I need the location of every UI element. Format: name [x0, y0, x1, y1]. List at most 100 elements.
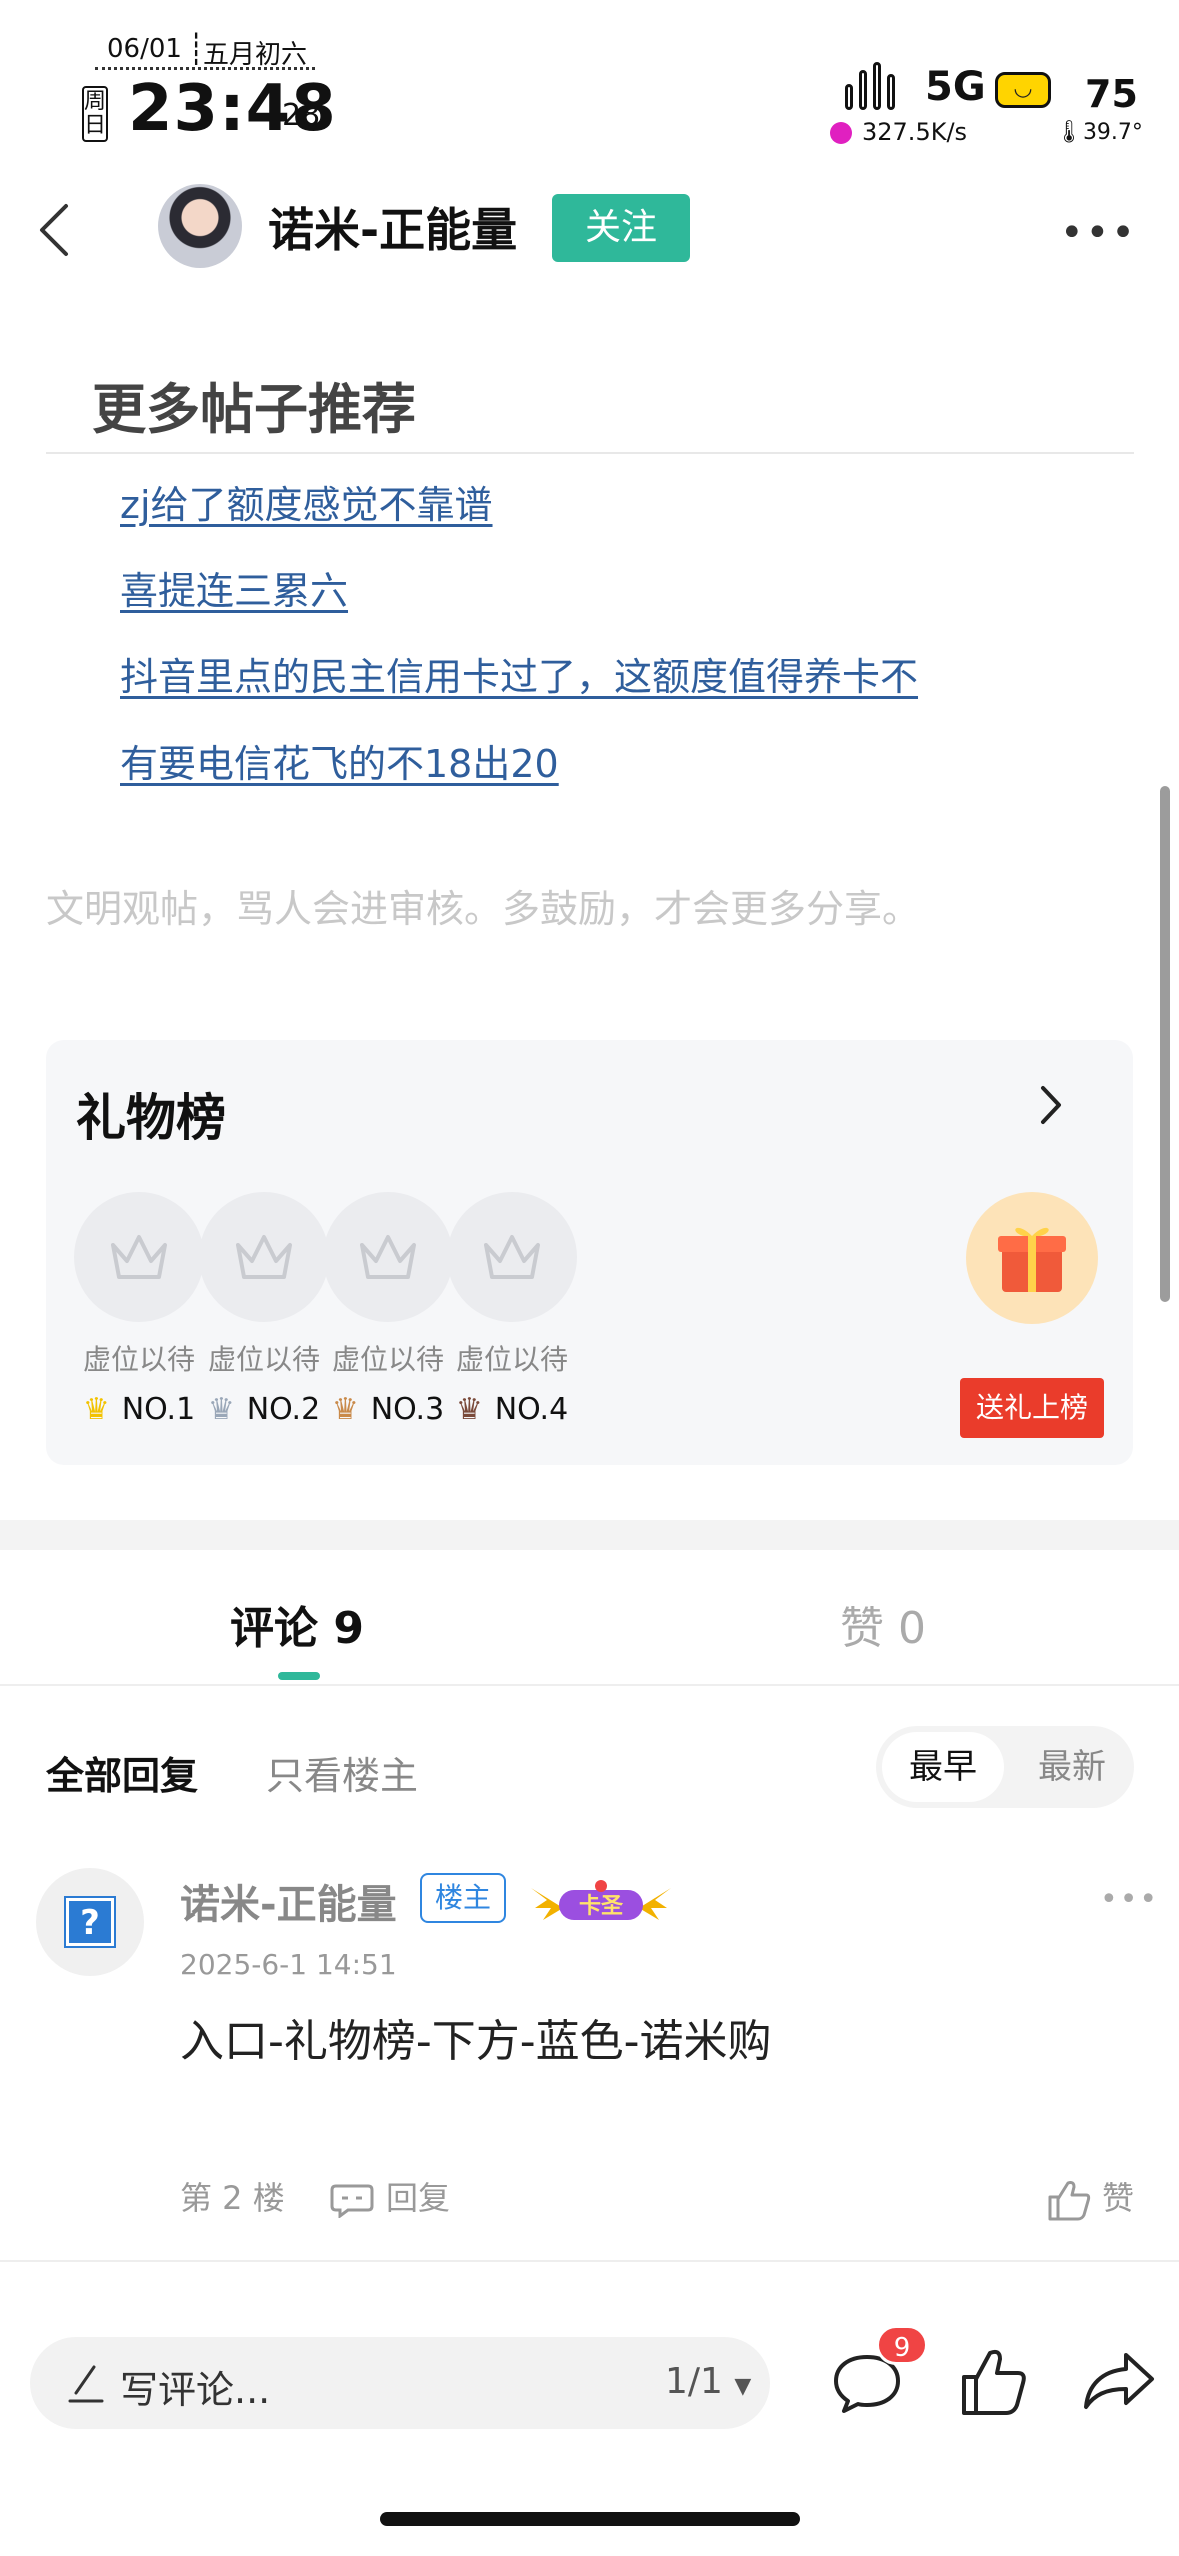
post-link-4[interactable]: 有要电信花飞的不18出20	[120, 733, 559, 788]
network-type: 5G	[925, 64, 986, 110]
thumbs-up-icon	[1048, 2181, 1091, 2221]
share-arrow-icon[interactable]	[1082, 2351, 1156, 2411]
post-link-1[interactable]: zj给了额度感觉不靠谱	[120, 474, 493, 529]
filter-op-only[interactable]: 只看楼主	[266, 1745, 418, 1800]
commenter-name[interactable]: 诺米-正能量	[180, 1872, 397, 1930]
comment-count-badge: 9	[876, 2325, 928, 2365]
pen-icon	[68, 2365, 104, 2403]
gift-board: 礼物榜 虚位以待 ♛ NO.1 虚位以待 ♛ NO.2 虚位以待 ♛ NO.3 虚位以…	[46, 1040, 1133, 1465]
silver-crown-icon: ♛	[207, 1392, 235, 1427]
active-tab-indicator	[278, 1672, 320, 1680]
page-selector[interactable]: 1/1 ▼	[665, 2361, 751, 2402]
status-date: 06/01	[107, 34, 182, 64]
network-speed-value: 327.5K/s	[862, 118, 968, 146]
slot-rank: ♛ NO.1	[74, 1392, 204, 1427]
status-lunar-date: 五月初六	[203, 40, 308, 70]
filter-all-replies[interactable]: 全部回复	[46, 1745, 198, 1800]
rank-text: NO.4	[494, 1392, 569, 1427]
crown-outline-icon	[360, 1235, 416, 1279]
dark-crown-icon: ♛	[455, 1392, 483, 1427]
send-gift-button[interactable]: 送礼上榜	[960, 1378, 1104, 1438]
crown-outline-icon	[484, 1235, 540, 1279]
comment-time: 2025-6-1 14:51	[180, 1948, 397, 1981]
crown-outline-icon	[111, 1235, 167, 1279]
empty-slot-avatar	[74, 1192, 204, 1322]
question-mark-icon: ?	[66, 1898, 114, 1946]
slot-rank: ♛ NO.4	[447, 1392, 577, 1427]
gift-slot-4[interactable]: 虚位以待 ♛ NO.4	[447, 1192, 577, 1427]
date-line: 06/01 ┊ 五月初六	[95, 32, 315, 70]
post-link-3[interactable]: 抖音里点的民主信用卡过了，这额度值得养卡不	[120, 646, 918, 701]
comment-floor: 第 2 楼	[180, 2179, 285, 2217]
card-master-badge: 卡圣	[531, 1880, 671, 1920]
divider	[46, 452, 1134, 454]
slot-label: 虚位以待	[82, 1343, 195, 1376]
tab-likes[interactable]: 赞 0	[840, 1592, 926, 1656]
author-name[interactable]: 诺米-正能量	[268, 194, 517, 260]
sort-earliest-button[interactable]: 最早	[882, 1732, 1004, 1802]
slot-label: 虚位以待	[207, 1343, 320, 1376]
app-dot-icon	[830, 122, 852, 144]
divider	[0, 1684, 1179, 1686]
rank-text: NO.1	[121, 1392, 196, 1427]
device-temperature: 🌡39.7°	[1055, 120, 1143, 145]
rank-text: NO.3	[370, 1392, 445, 1427]
gift-box-icon[interactable]	[966, 1192, 1098, 1324]
status-bar: 06/01 ┊ 五月初六 周日 23:48 28 5G ◡ 75 327.5K/…	[0, 0, 1179, 170]
battery-level: 75	[1085, 72, 1138, 116]
slot-rank: ♛ NO.2	[199, 1392, 329, 1427]
empty-slot-avatar	[323, 1192, 453, 1322]
temperature-value: 39.7°	[1082, 120, 1143, 145]
gift-slot-2[interactable]: 虚位以待 ♛ NO.2	[199, 1192, 329, 1427]
reply-bubble-icon	[330, 2184, 374, 2219]
bronze-crown-icon: ♛	[331, 1392, 359, 1427]
thumbs-up-icon[interactable]	[960, 2347, 1028, 2417]
comment-input[interactable]: 写评论... 1/1 ▼	[30, 2337, 770, 2429]
gold-crown-icon: ♛	[82, 1392, 110, 1427]
smiley-face-icon: ◡	[995, 72, 1051, 108]
caret-down-icon: ▼	[734, 2374, 752, 2399]
owner-badge: 楼主	[420, 1873, 506, 1923]
like-label: 赞	[1102, 2179, 1135, 2217]
reply-label: 回复	[386, 2179, 451, 2217]
crown-outline-icon	[236, 1235, 292, 1279]
gift-slot-3[interactable]: 虚位以待 ♛ NO.3	[323, 1192, 453, 1427]
more-options-icon[interactable]: •••	[1060, 210, 1135, 256]
scrollbar[interactable]	[1160, 786, 1170, 1302]
divider	[0, 2260, 1179, 2262]
signal-icon	[845, 60, 903, 110]
slot-label: 虚位以待	[331, 1343, 444, 1376]
bottom-action-bar: 写评论... 1/1 ▼ 9	[0, 2285, 1179, 2485]
author-avatar[interactable]	[158, 184, 242, 268]
chevron-right-icon[interactable]	[1031, 1080, 1071, 1130]
tab-comments[interactable]: 评论 9	[230, 1592, 364, 1656]
comment-text: 入口-礼物榜-下方-蓝色-诺米购	[180, 2016, 772, 2067]
follow-button[interactable]: 关注	[552, 194, 690, 262]
comment-like-button[interactable]: 赞	[1046, 2173, 1134, 2223]
commenter-avatar[interactable]: ?	[36, 1868, 144, 1976]
more-posts-title: 更多帖子推荐	[92, 378, 416, 441]
gift-slot-1[interactable]: 虚位以待 ♛ NO.1	[74, 1192, 204, 1427]
post-header: 诺米-正能量 关注 •••	[0, 170, 1179, 285]
gift-board-title: 礼物榜	[76, 1089, 226, 1147]
section-separator	[0, 1520, 1179, 1550]
network-speed: 327.5K/s	[830, 118, 967, 146]
empty-slot-avatar	[447, 1192, 577, 1322]
sort-toggle: 最早 最新	[876, 1726, 1134, 1808]
reply-button[interactable]: 回复	[330, 2173, 450, 2219]
comment-more-icon[interactable]: •••	[1100, 1882, 1159, 1917]
badge-text: 卡圣	[579, 1894, 624, 1919]
sort-newest-button[interactable]: 最新	[1022, 1732, 1122, 1802]
page-indicator: 1/1	[665, 2361, 723, 2402]
post-link-2[interactable]: 喜提连三累六	[120, 560, 348, 615]
empty-slot-avatar	[199, 1192, 329, 1322]
back-arrow-icon[interactable]	[30, 200, 80, 260]
slot-label: 虚位以待	[455, 1343, 568, 1376]
comment-placeholder: 写评论...	[120, 2368, 271, 2412]
home-indicator[interactable]	[380, 2512, 800, 2526]
slot-rank: ♛ NO.3	[323, 1392, 453, 1427]
community-notice: 文明观帖，骂人会进审核。多鼓励，才会更多分享。	[46, 887, 921, 931]
rank-text: NO.2	[246, 1392, 321, 1427]
status-weekday: 周日	[82, 86, 108, 142]
status-seconds: 28	[282, 98, 321, 133]
